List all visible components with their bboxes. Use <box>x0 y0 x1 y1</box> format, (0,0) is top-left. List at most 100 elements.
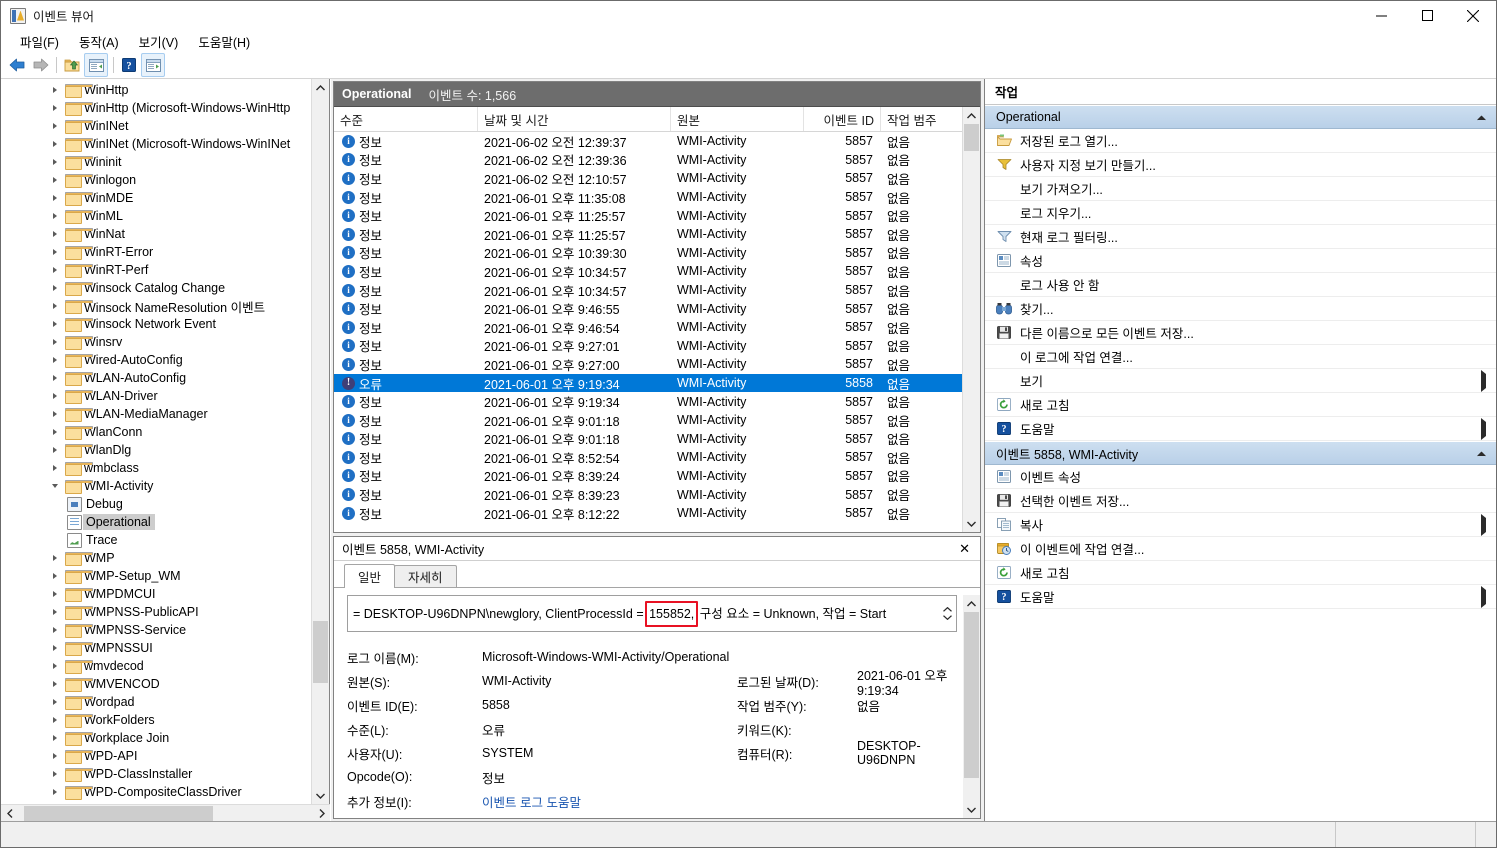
chevron-right-icon[interactable] <box>47 231 63 237</box>
tree-scroll-right-button[interactable] <box>313 808 330 818</box>
event-scroll-thumb[interactable] <box>964 124 979 152</box>
back-icon[interactable] <box>6 54 28 76</box>
tree-node-winml[interactable]: WinML <box>1 207 311 225</box>
tree-node-wordpad[interactable]: Wordpad <box>1 693 311 711</box>
submenu-arrow-icon[interactable] <box>1481 417 1486 440</box>
tree-node-winsrv[interactable]: Winsrv <box>1 333 311 351</box>
tree-node-wmp[interactable]: WMP <box>1 549 311 567</box>
table-row[interactable]: 정보 2021-06-01 오후 11:25:57 WMI-Activity 5857… <box>334 206 962 225</box>
tree-node-wmbclass[interactable]: wmbclass <box>1 459 311 477</box>
menu-view[interactable]: 보기(V) <box>129 30 189 53</box>
detail-scroll-up-button[interactable] <box>963 595 980 612</box>
action-item-이벤트-속성[interactable]: 이벤트 속성 <box>985 465 1496 489</box>
column-event-id[interactable]: 이벤트 ID <box>804 107 881 131</box>
event-list-scrollbar[interactable] <box>962 107 980 532</box>
tree-node-wmpdmcui[interactable]: WMPDMCUI <box>1 585 311 603</box>
tree-scroll-track[interactable] <box>312 96 329 787</box>
show-tree-pane-icon[interactable] <box>84 53 108 77</box>
actions-list[interactable]: Operational 저장된 로그 열기... 사용자 지정 보기 만들기... 보… <box>985 105 1496 609</box>
tab-details[interactable]: 자세히 <box>394 565 457 587</box>
tree-hscroll-thumb[interactable] <box>23 805 213 821</box>
chevron-right-icon[interactable] <box>47 141 63 147</box>
event-rows[interactable]: 정보 2021-06-02 오전 12:39:37 WMI-Activity 5857… <box>334 132 962 532</box>
tab-general[interactable]: 일반 <box>344 564 396 588</box>
tree-node-wininit[interactable]: Wininit <box>1 153 311 171</box>
action-item-저장된-로그-열기[interactable]: 저장된 로그 열기... <box>985 129 1496 153</box>
action-item-로그-사용-안-함[interactable]: 로그 사용 안 함 <box>985 273 1496 297</box>
chevron-right-icon[interactable] <box>47 87 63 93</box>
tree-node-wlan-autoconfig[interactable]: WLAN-AutoConfig <box>1 369 311 387</box>
chevron-right-icon[interactable] <box>47 591 63 597</box>
table-row[interactable]: 정보 2021-06-01 오후 8:12:22 WMI-Activity 5857 없… <box>334 504 962 523</box>
chevron-right-icon[interactable] <box>47 789 63 795</box>
table-row[interactable]: 정보 2021-06-01 오후 8:39:24 WMI-Activity 5857 없… <box>334 467 962 486</box>
tree-node-wpd-compositeclassdriver[interactable]: WPD-CompositeClassDriver <box>1 783 311 801</box>
tree-node-winrt-perf[interactable]: WinRT-Perf <box>1 261 311 279</box>
chevron-right-icon[interactable] <box>47 645 63 651</box>
chevron-right-icon[interactable] <box>47 717 63 723</box>
collapse-icon[interactable] <box>1477 446 1486 460</box>
action-item-도움말[interactable]: ? 도움말 <box>985 585 1496 609</box>
tree-hscroll-track[interactable] <box>18 805 313 822</box>
tree-vertical-scrollbar[interactable] <box>311 79 329 804</box>
action-item-찾기[interactable]: 찾기... <box>985 297 1496 321</box>
tree-node-wmvdecod[interactable]: wmvdecod <box>1 657 311 675</box>
forward-icon[interactable] <box>29 54 51 76</box>
tree-node-wmpnss-service[interactable]: WMPNSS-Service <box>1 621 311 639</box>
column-task-category[interactable]: 작업 범주 <box>881 107 962 131</box>
tree-node-wpd-api[interactable]: WPD-API <box>1 747 311 765</box>
chevron-right-icon[interactable] <box>47 213 63 219</box>
maximize-button[interactable] <box>1404 1 1450 30</box>
column-source[interactable]: 원본 <box>671 107 804 131</box>
chevron-down-icon[interactable] <box>47 484 63 488</box>
tree-node-winsock-nameresolution[interactable]: Winsock NameResolution 이벤트 <box>1 297 311 315</box>
tree-node-winnat[interactable]: WinNat <box>1 225 311 243</box>
table-row[interactable]: 정보 2021-06-02 오전 12:10:57 WMI-Activity 5857… <box>334 169 962 188</box>
action-item-복사[interactable]: 복사 <box>985 513 1496 537</box>
chevron-right-icon[interactable] <box>47 267 63 273</box>
chevron-right-icon[interactable] <box>47 105 63 111</box>
actions-group-operational-header[interactable]: Operational <box>985 105 1496 129</box>
chevron-right-icon[interactable] <box>47 735 63 741</box>
chevron-right-icon[interactable] <box>47 753 63 759</box>
actions-group-event-header[interactable]: 이벤트 5858, WMI-Activity <box>985 441 1496 465</box>
table-row[interactable]: 정보 2021-06-01 오후 9:27:01 WMI-Activity 5857 없… <box>334 337 962 356</box>
table-row[interactable]: 오류 2021-06-01 오후 9:19:34 WMI-Activity 5858 없… <box>334 373 962 393</box>
chevron-right-icon[interactable] <box>47 285 63 291</box>
table-row[interactable]: 정보 2021-06-02 오전 12:39:36 WMI-Activity 5857… <box>334 151 962 170</box>
tree-node-trace[interactable]: Trace <box>1 531 311 549</box>
chevron-right-icon[interactable] <box>47 447 63 453</box>
up-folder-icon[interactable] <box>61 54 83 76</box>
tree-node-debug[interactable]: Debug <box>1 495 311 513</box>
chevron-right-icon[interactable] <box>47 195 63 201</box>
action-item-로그-지우기[interactable]: 로그 지우기... <box>985 201 1496 225</box>
action-item-속성[interactable]: 속성 <box>985 249 1496 273</box>
table-row[interactable]: 정보 2021-06-01 오후 11:25:57 WMI-Activity 5857… <box>334 225 962 244</box>
message-spinner[interactable] <box>940 597 955 630</box>
table-row[interactable]: 정보 2021-06-01 오후 10:39:30 WMI-Activity 5857… <box>334 244 962 263</box>
event-scroll-track[interactable] <box>963 124 980 515</box>
chevron-right-icon[interactable] <box>47 159 63 165</box>
menu-help[interactable]: 도움말(H) <box>188 30 260 53</box>
chevron-right-icon[interactable] <box>47 681 63 687</box>
tree-node-wmvencod[interactable]: WMVENCOD <box>1 675 311 693</box>
chevron-right-icon[interactable] <box>47 375 63 381</box>
submenu-arrow-icon[interactable] <box>1481 585 1486 608</box>
tree-node-winrt-error[interactable]: WinRT-Error <box>1 243 311 261</box>
console-tree[interactable]: WinHttp WinHttp (Microsoft-Windows-WinHtt… <box>1 79 311 804</box>
chevron-right-icon[interactable] <box>47 429 63 435</box>
tree-node-operational[interactable]: Operational <box>1 513 311 531</box>
menu-file[interactable]: 파일(F) <box>10 30 69 53</box>
chevron-right-icon[interactable] <box>47 249 63 255</box>
event-scroll-down-button[interactable] <box>963 515 980 532</box>
action-item-보기-가져오기[interactable]: 보기 가져오기... <box>985 177 1496 201</box>
chevron-right-icon[interactable] <box>47 411 63 417</box>
tree-node-wlan-driver[interactable]: WLAN-Driver <box>1 387 311 405</box>
chevron-right-icon[interactable] <box>47 465 63 471</box>
field-value[interactable]: 이벤트 로그 도움말 <box>482 792 737 811</box>
tree-node-workplace-join[interactable]: Workplace Join <box>1 729 311 747</box>
tree-node-winsock-network-event[interactable]: Winsock Network Event <box>1 315 311 333</box>
table-row[interactable]: 정보 2021-06-01 오후 10:34:57 WMI-Activity 5857… <box>334 281 962 300</box>
tree-node-winsock-catalog-change[interactable]: Winsock Catalog Change <box>1 279 311 297</box>
table-row[interactable]: 정보 2021-06-01 오후 9:46:55 WMI-Activity 5857 없… <box>334 299 962 318</box>
